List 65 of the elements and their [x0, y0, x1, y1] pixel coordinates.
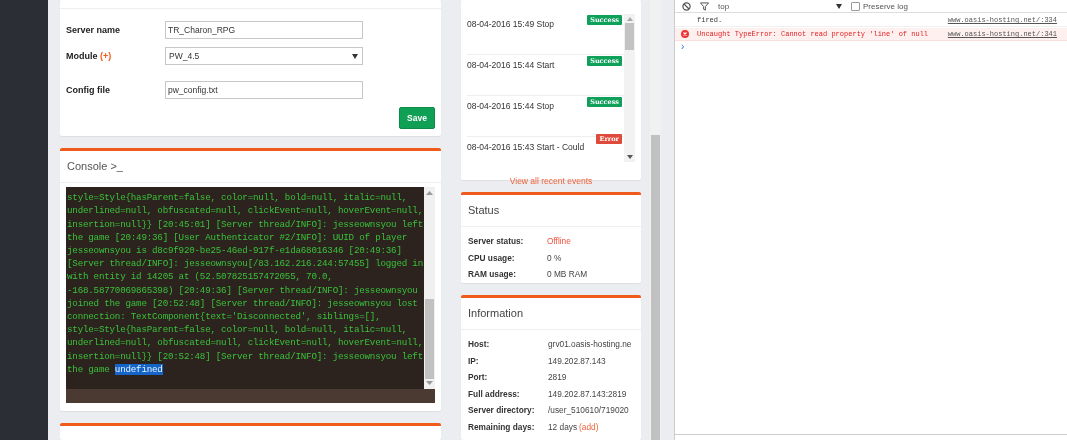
info-label: RAM usage:	[468, 269, 517, 280]
field-label: Module (+)	[66, 51, 113, 61]
text-field[interactable]: pw_config.txt	[165, 81, 363, 99]
scroll-thumb[interactable]	[425, 299, 434, 379]
info-value: 149.202.87.143:2819	[548, 388, 627, 399]
info-value: 2819	[548, 372, 567, 383]
context-select[interactable]: top	[718, 1, 842, 11]
scroll-thumb[interactable]	[625, 23, 634, 50]
info-label: Full address:	[468, 388, 521, 399]
info-label: Server status:	[468, 236, 525, 247]
log-line: with entity id 14205 at (52.507825157472055, 70.0,	[67, 270, 334, 284]
log-line: the game [20:49:36] [User Authenticator #2/INFO]: UUID of player	[67, 230, 409, 244]
info-value: Offline	[547, 236, 571, 247]
log-line: insertion=null}} [20:52:48] [Server thread/INFO]: jesseownsyou left	[67, 349, 424, 363]
log-line: underlined=null, obfuscated=null, clickEvent=null, hoverEvent=null,	[67, 204, 424, 218]
module-select[interactable]: PW_4.5	[165, 47, 363, 65]
field-label: Server name	[66, 25, 122, 35]
console-prompt[interactable]: ›	[675, 41, 685, 53]
log-line: joined the game [20:52:48] [Server thread/INFO]: jesseownsyou lost	[67, 296, 419, 310]
log-line: [Server thread/INFO]: jesseownsyou[/83.162.216.244:57455] logged in	[67, 257, 424, 271]
log-line: style=Style{hasParent=false, color=null, bold=null, italic=null,	[67, 323, 409, 337]
checkbox[interactable]	[851, 1, 860, 11]
info-value: grv01.oasis-hosting.ne	[548, 339, 632, 350]
info-label: Host:	[468, 339, 491, 350]
info-value: 0 %	[547, 252, 562, 263]
info-value: 0 MB RAM	[547, 269, 588, 280]
selected-text: undefined	[114, 363, 163, 375]
log-line: -168.58770069865398) [20:49:36] [Server thread/INFO]: jesseownsyou	[67, 283, 419, 297]
info-value: 12 days	[548, 421, 578, 432]
scrollbar[interactable]	[424, 187, 435, 389]
info-label: IP:	[468, 355, 480, 366]
checkbox-label: Preserve log	[863, 1, 908, 11]
info-label: Port:	[468, 372, 489, 383]
log-line: jesseownsyou is d8c9f920-be25-46ed-917f-e1da68016346 [20:49:36]	[67, 243, 403, 258]
caret-icon	[836, 3, 842, 9]
panel-title: Information	[461, 298, 641, 330]
info-value: /user_510610/719020	[548, 405, 629, 416]
info-label: CPU usage:	[468, 252, 516, 263]
event-text: 08-04-2016 15:44 Start	[467, 60, 555, 70]
event-text: 08-04-2016 15:43 Start - Could	[467, 142, 585, 152]
log-line: insertion=null}} [20:45:01] [Server thread/INFO]: jesseownsyou left	[67, 217, 424, 231]
info-label: Remaining days:	[468, 421, 536, 432]
error-icon	[681, 30, 689, 38]
scroll-up-icon[interactable]	[626, 17, 633, 21]
log-line: connection: TextComponent{text='Disconnected', siblings=[],	[67, 310, 382, 324]
panel-title: Status	[461, 195, 641, 227]
caret-icon	[352, 53, 358, 59]
event-text: 08-04-2016 15:49 Stop	[467, 19, 554, 29]
text-field[interactable]: TR_Charon_RPG	[165, 21, 363, 39]
log-line: style=Style{hasParent=false, color=null, bold=null, italic=null,	[67, 191, 409, 205]
log-line: underlined=null, obfuscated=null, clickEvent=null, hoverEvent=null,	[67, 336, 424, 350]
info-value: 149.202.87.143	[548, 355, 606, 366]
filter-icon[interactable]	[700, 1, 709, 11]
scroll-down-icon[interactable]	[626, 155, 633, 159]
scrollbar[interactable]	[624, 14, 635, 162]
info-label: Server directory:	[468, 405, 536, 416]
scroll-up-icon[interactable]	[426, 190, 433, 195]
console-input[interactable]	[66, 389, 435, 403]
scroll-thumb[interactable]	[651, 135, 660, 440]
event-text: 08-04-2016 15:44 Stop	[467, 101, 554, 111]
field-label: Config file	[66, 85, 111, 95]
page-scrollbar[interactable]	[650, 0, 661, 440]
panel-title: Console >_	[60, 151, 441, 183]
log-line: the game undefined	[67, 362, 164, 376]
clear-icon[interactable]	[682, 1, 691, 11]
